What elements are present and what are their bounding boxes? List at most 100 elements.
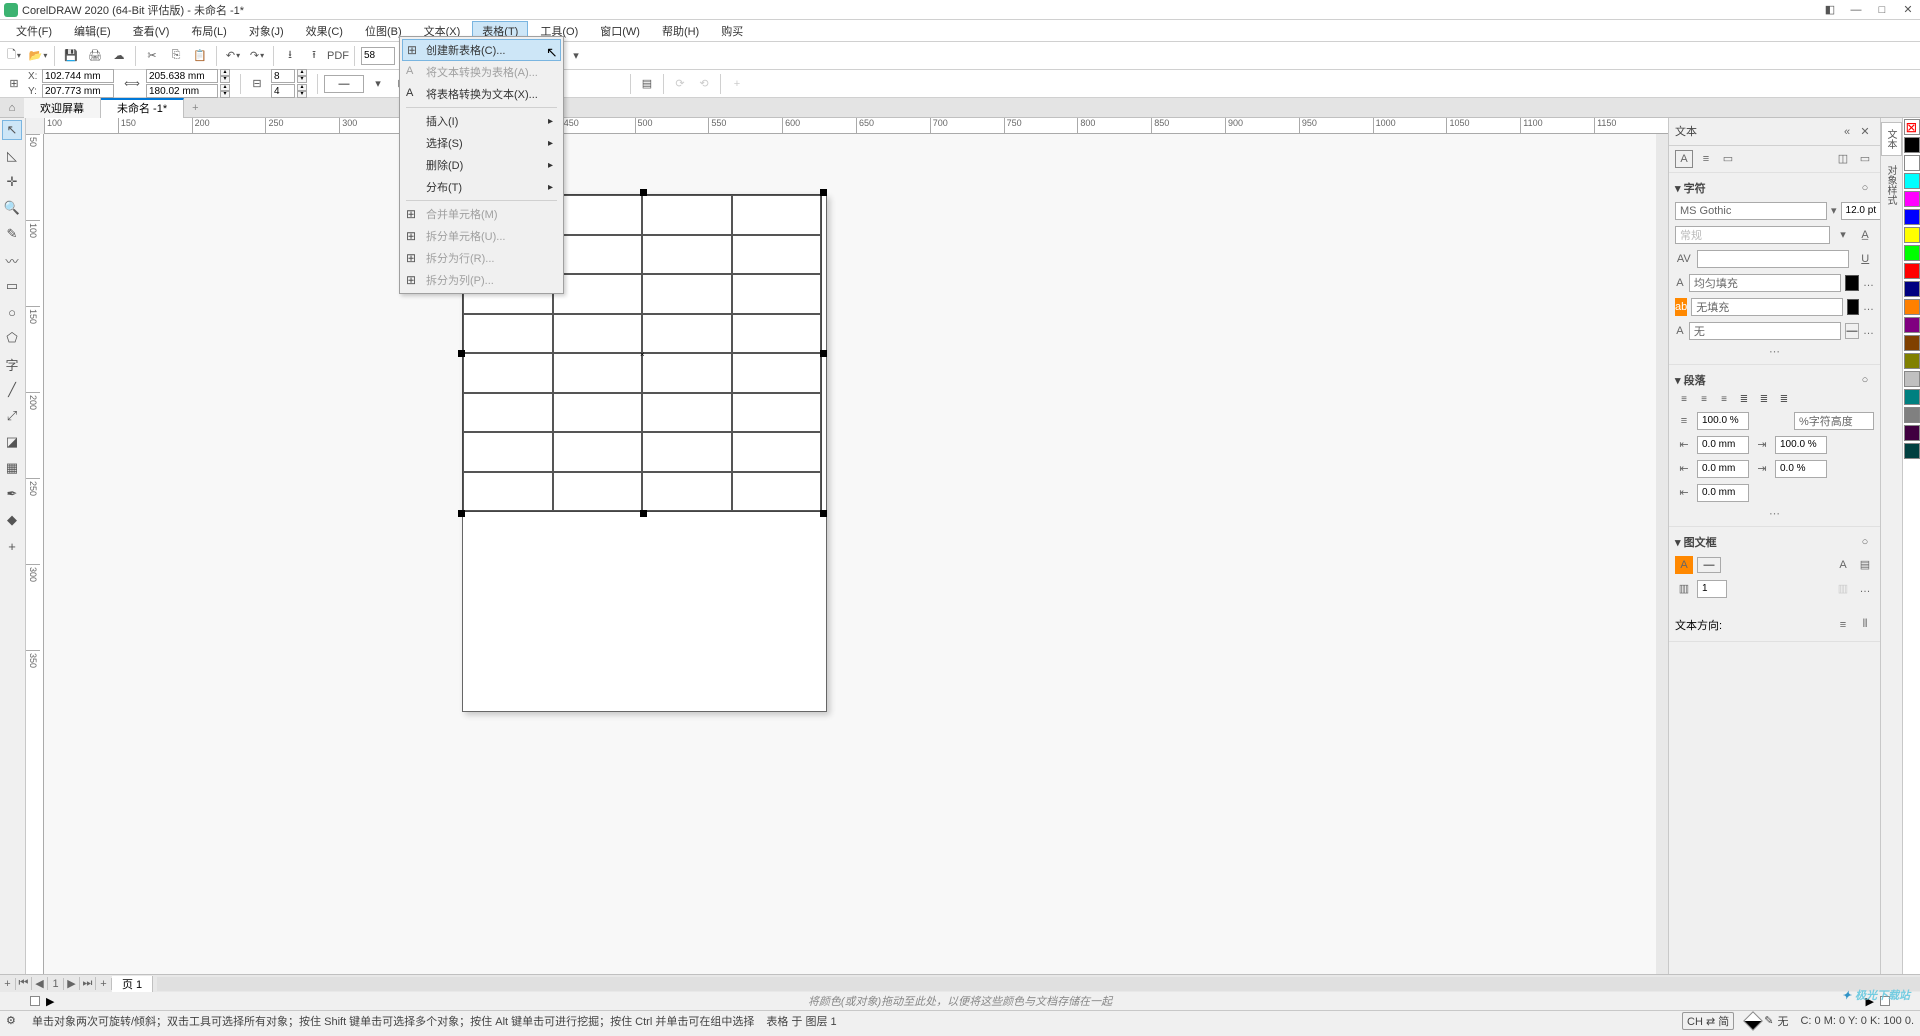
launch-dropdown-icon[interactable]: ▾ — [566, 46, 586, 66]
color-swatch[interactable] — [1904, 155, 1920, 171]
welcome-tab[interactable]: 欢迎屏幕 — [24, 98, 101, 118]
canvas[interactable]: × — [44, 134, 1656, 974]
rectangle-tool-icon[interactable]: ▭ — [2, 276, 22, 296]
pick-tool-icon[interactable]: ↖ — [2, 120, 22, 140]
cols-input[interactable] — [271, 84, 295, 98]
more-icon[interactable]: … — [1863, 274, 1874, 292]
spin-down-icon[interactable]: ▾ — [297, 91, 307, 98]
menu-window[interactable]: 窗口(W) — [590, 21, 650, 41]
more-icon[interactable]: … — [1856, 580, 1874, 598]
indent-right-input[interactable] — [1697, 460, 1749, 478]
minimize-icon[interactable]: — — [1848, 2, 1864, 18]
import-button[interactable]: ⭳ — [280, 46, 300, 66]
more-icon[interactable]: … — [1863, 322, 1874, 340]
shape-tool-icon[interactable]: ◺ — [2, 146, 22, 166]
y-input[interactable] — [42, 84, 114, 98]
color-swatch[interactable] — [1904, 425, 1920, 441]
spin-up-icon[interactable]: ▴ — [220, 84, 230, 91]
frame-bg-icon[interactable]: A — [1675, 556, 1693, 574]
new-tab-button[interactable]: + — [184, 102, 206, 114]
menu-layout[interactable]: 布局(L) — [181, 21, 236, 41]
pdf-button[interactable]: PDF — [328, 46, 348, 66]
frame-line-icon[interactable]: — — [1697, 557, 1721, 573]
new-button[interactable]: 🗋 — [4, 46, 24, 66]
undo-button[interactable]: ↶ — [223, 46, 243, 66]
outline-line-swatch[interactable]: — — [1845, 323, 1859, 339]
more-icon[interactable]: … — [1863, 298, 1874, 316]
menu-select[interactable]: 选择(S) — [402, 132, 561, 154]
script-icon[interactable]: A̲ — [1856, 226, 1874, 244]
eyedropper-tool-icon[interactable]: ✒ — [2, 484, 22, 504]
maximize-icon[interactable]: □ — [1874, 2, 1890, 18]
char-height-select[interactable] — [1794, 412, 1874, 430]
first-line-input[interactable] — [1697, 484, 1749, 502]
color-swatch[interactable] — [1904, 137, 1920, 153]
no-color-swatch[interactable]: ⊠ — [1904, 119, 1920, 135]
artistic-tool-icon[interactable]: 〰 — [2, 250, 22, 270]
indent-pct2-input[interactable] — [1775, 460, 1827, 478]
align-right-icon[interactable]: ≡ — [1715, 391, 1733, 409]
prev-page-icon[interactable]: ◀ — [32, 977, 48, 990]
height-input[interactable] — [146, 84, 218, 98]
docker-collapse-icon[interactable]: « — [1838, 123, 1856, 141]
underline-icon[interactable]: U — [1857, 250, 1875, 268]
indent-pct-input[interactable] — [1775, 436, 1827, 454]
width-input[interactable] — [146, 69, 218, 83]
color-swatch[interactable] — [1904, 407, 1920, 423]
shadow-tool-icon[interactable]: ◪ — [2, 432, 22, 452]
fill-outline-indicator-icon[interactable] — [1743, 1011, 1763, 1031]
add-page-after-icon[interactable]: + — [96, 978, 112, 990]
bg-fill-select[interactable] — [1691, 298, 1843, 316]
color-swatch[interactable] — [1904, 371, 1920, 387]
color-swatch[interactable] — [1904, 299, 1920, 315]
dir-h-icon[interactable]: ≡ — [1834, 616, 1852, 634]
handle-br[interactable] — [820, 510, 827, 517]
pen-icon[interactable]: ✎ — [1764, 1014, 1773, 1027]
handle-tm[interactable] — [640, 189, 647, 196]
justify-force-icon[interactable]: ≣ — [1775, 391, 1793, 409]
vertical-scrollbar[interactable] — [1656, 134, 1668, 974]
justify-full-icon[interactable]: ≣ — [1755, 391, 1773, 409]
handle-ml[interactable] — [458, 350, 465, 357]
color-swatch[interactable] — [1904, 227, 1920, 243]
text-docker-tab[interactable]: 文本 — [1881, 122, 1902, 156]
menu-delete[interactable]: 删除(D) — [402, 154, 561, 176]
add-page-icon[interactable]: + — [0, 978, 16, 990]
dir-v-icon[interactable]: ⦀ — [1856, 616, 1874, 634]
document-tab[interactable]: 未命名 -1* — [101, 98, 184, 118]
redo-button[interactable]: ↷ — [247, 46, 267, 66]
save-button[interactable]: 💾 — [61, 46, 81, 66]
menu-view[interactable]: 查看(V) — [123, 21, 180, 41]
fill-tool-icon[interactable]: ◆ — [2, 510, 22, 530]
outline-select[interactable] — [1689, 322, 1841, 340]
justify-icon[interactable]: ≣ — [1735, 391, 1753, 409]
char-mode-icon[interactable]: A — [1675, 150, 1693, 168]
menu-distribute[interactable]: 分布(T) — [402, 176, 561, 198]
font-style-select[interactable] — [1675, 226, 1830, 244]
menu-file[interactable]: 文件(F) — [6, 21, 62, 41]
last-page-icon[interactable]: ⏭ — [80, 977, 96, 990]
kerning-input[interactable] — [1697, 250, 1849, 268]
color-swatch[interactable] — [1904, 317, 1920, 333]
section-opts-icon[interactable]: ○ — [1856, 533, 1874, 551]
zoom-input[interactable] — [361, 47, 395, 65]
spin-down-icon[interactable]: ▾ — [297, 76, 307, 83]
handle-tr[interactable] — [820, 189, 827, 196]
color-swatch[interactable] — [1904, 191, 1920, 207]
wrap-button[interactable]: ⟳ — [670, 74, 690, 94]
color-swatch[interactable] — [1904, 335, 1920, 351]
section-opts-icon[interactable]: ○ — [1856, 179, 1874, 197]
add-button[interactable]: + — [727, 74, 747, 94]
first-page-icon[interactable]: ⏮ — [16, 977, 32, 990]
columns-input[interactable] — [1697, 580, 1727, 598]
page-tab[interactable]: 页 1 — [112, 976, 153, 992]
line-height-input[interactable] — [1697, 412, 1749, 430]
rows-input[interactable] — [271, 69, 295, 83]
wrap2-button[interactable]: ⟲ — [694, 74, 714, 94]
zoom-tool-icon[interactable]: 🔍 — [2, 198, 22, 218]
menu-help[interactable]: 帮助(H) — [652, 21, 709, 41]
color-swatch[interactable] — [1904, 353, 1920, 369]
new-style-icon[interactable]: ◫ — [1834, 150, 1852, 168]
menu-create-table[interactable]: 创建新表格(C)... — [402, 39, 561, 61]
bg-color-swatch[interactable] — [1847, 299, 1859, 315]
